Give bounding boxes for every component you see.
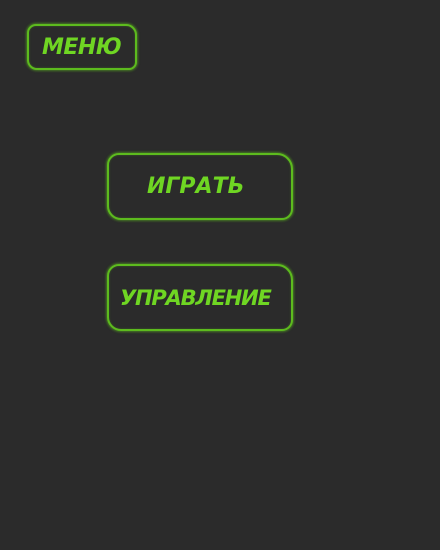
menu-button-label: МЕНЮ — [42, 34, 122, 60]
controls-button[interactable]: УПРАВЛЕНИЕ — [107, 264, 293, 331]
play-button[interactable]: ИГРАТЬ — [107, 153, 293, 220]
menu-button[interactable]: МЕНЮ — [27, 24, 137, 70]
play-button-label: ИГРАТЬ — [147, 174, 245, 199]
controls-button-label: УПРАВЛЕНИЕ — [120, 285, 272, 310]
